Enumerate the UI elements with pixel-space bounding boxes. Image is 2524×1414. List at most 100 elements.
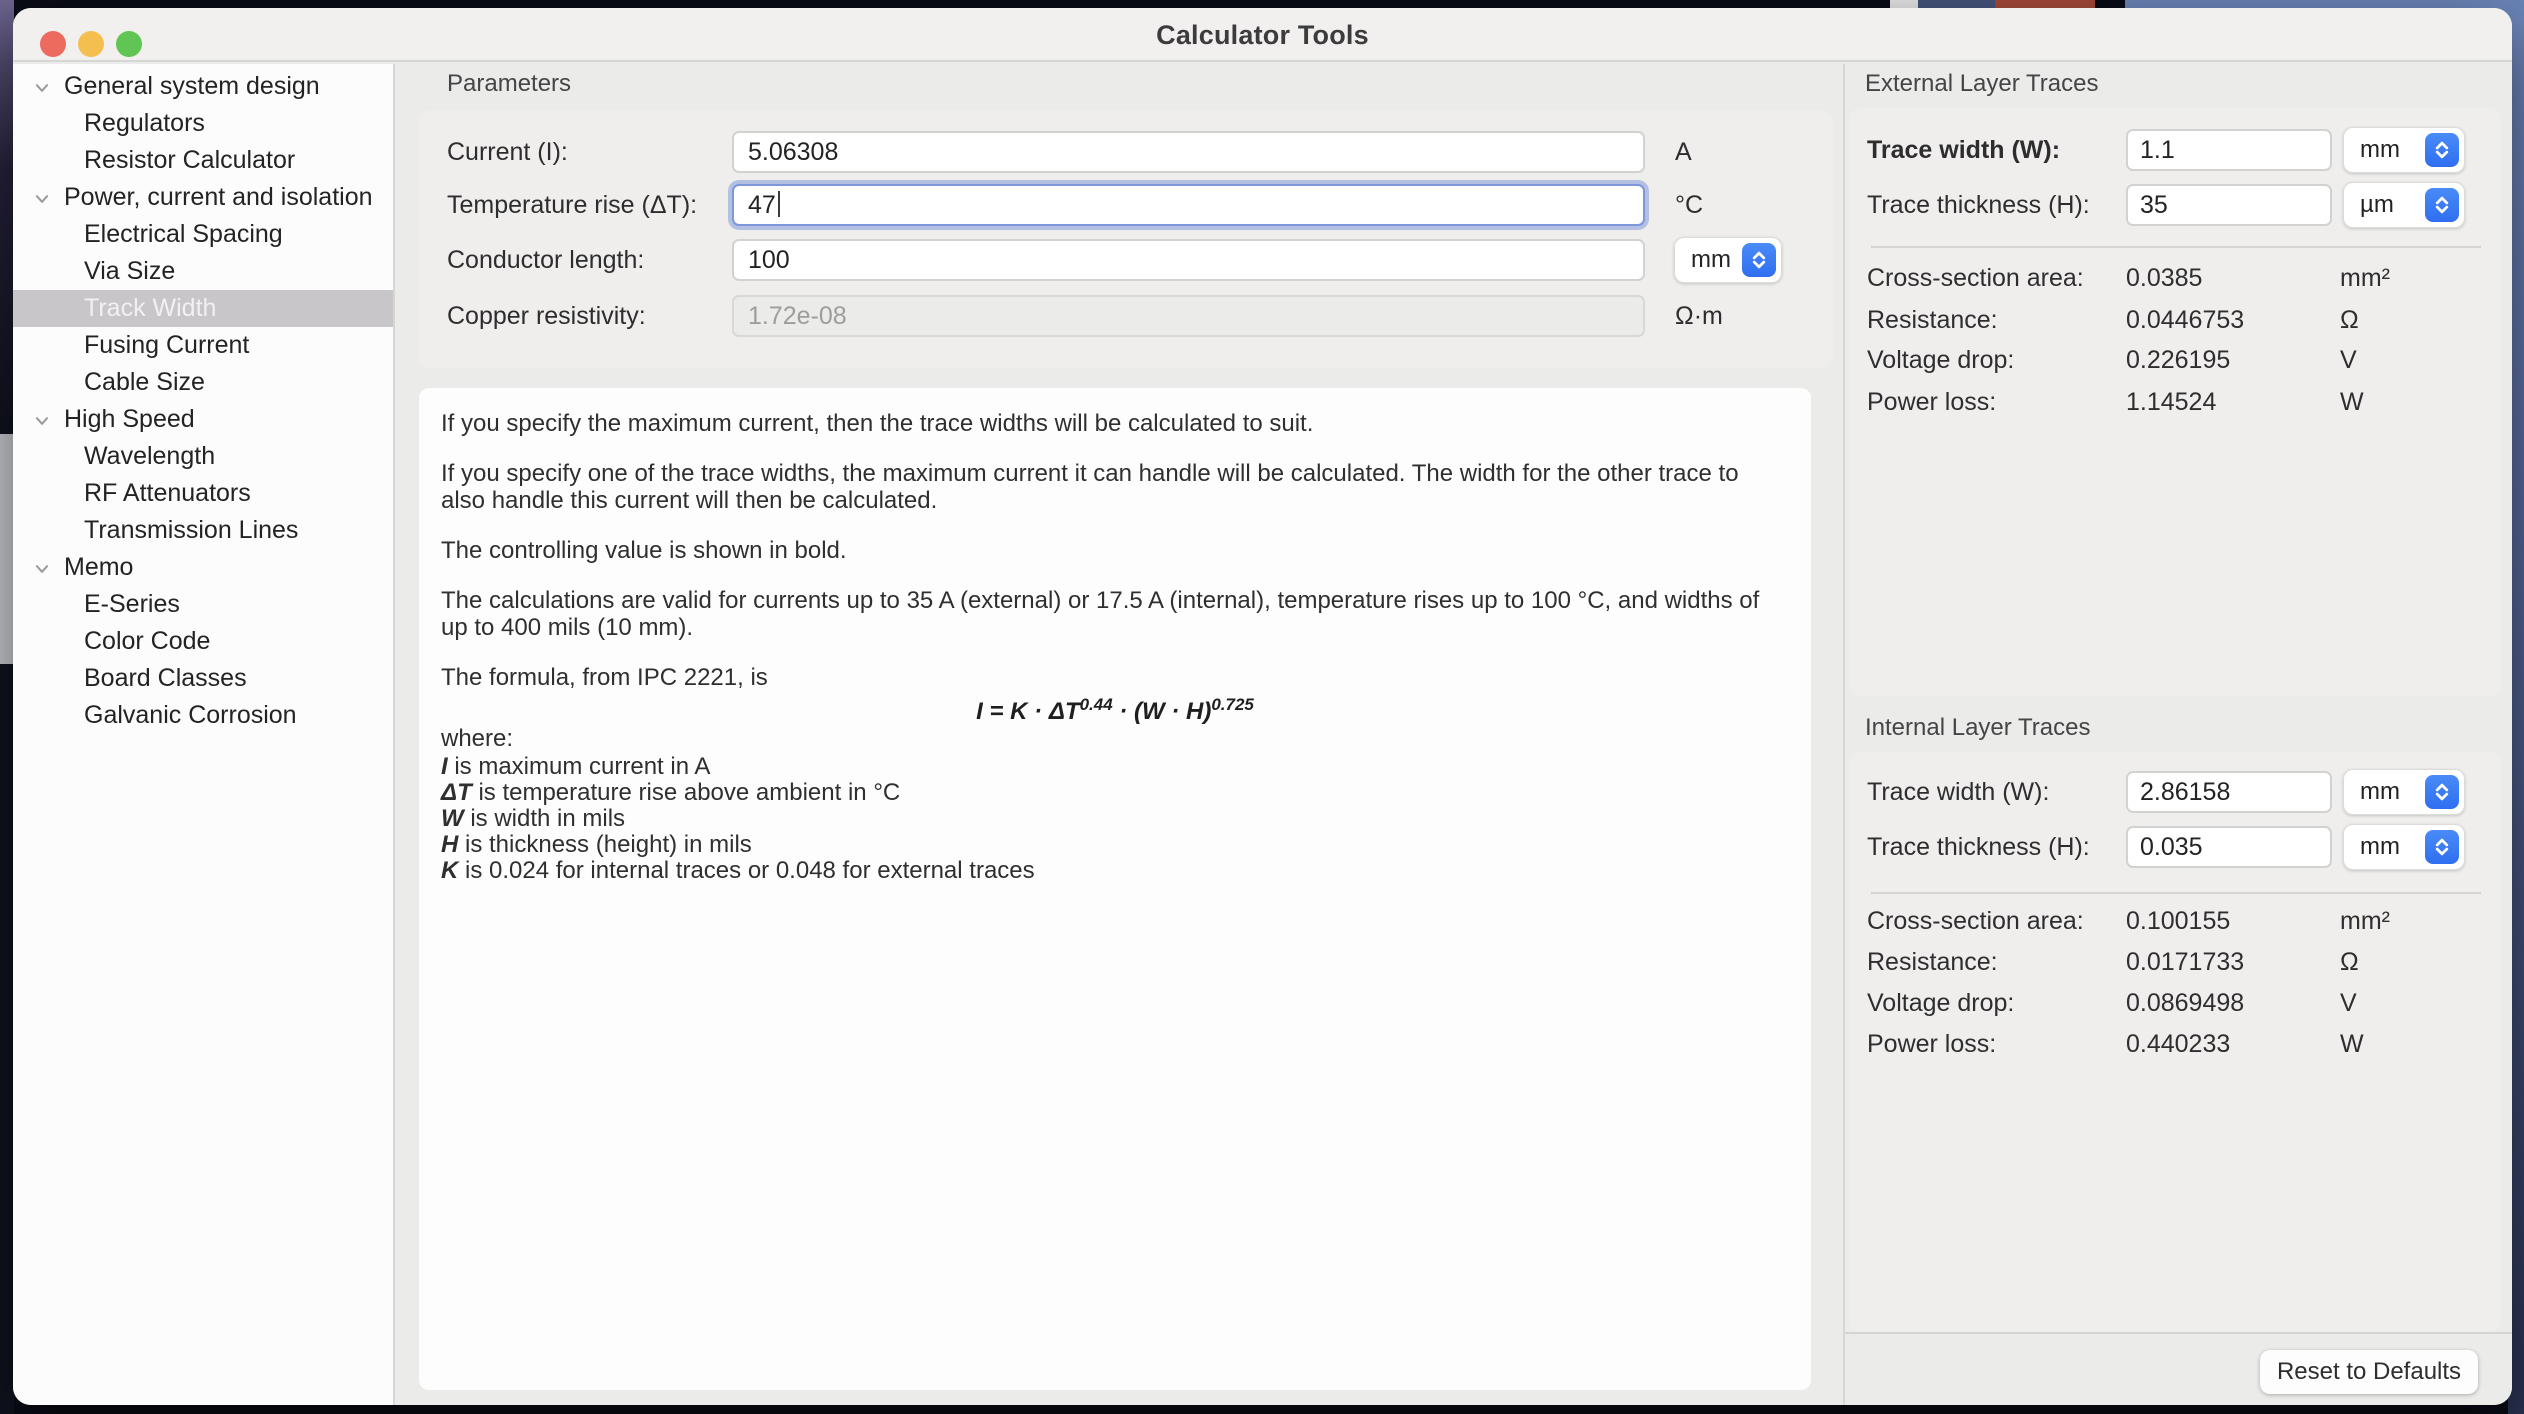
copper-resistivity-input: 1.72e-08: [732, 295, 1645, 337]
copper-resistivity-unit-label: Ω·m: [1675, 295, 1723, 337]
current-unit-label: A: [1675, 131, 1692, 173]
titlebar[interactable]: Calculator Tools: [13, 8, 2512, 62]
help-paragraph: If you specify one of the trace widths, …: [441, 460, 1771, 514]
sidebar-item-via-size[interactable]: Via Size: [13, 253, 393, 290]
stepper-icon: [2425, 188, 2459, 222]
internal-trace-thickness-input[interactable]: 0.035: [2126, 826, 2332, 868]
internal-trace-width-unit-select[interactable]: mm: [2343, 769, 2465, 815]
external-trace-thickness-input[interactable]: 35: [2126, 184, 2332, 226]
sidebar-item-label: Wavelength: [84, 442, 215, 470]
window-title: Calculator Tools: [13, 20, 2512, 51]
parameters-section-label: Parameters: [447, 70, 571, 98]
sidebar-item-label: Transmission Lines: [84, 516, 298, 544]
external-trace-width-label: Trace width (W):: [1867, 127, 2060, 173]
external-trace-thickness-label: Trace thickness (H):: [1867, 182, 2090, 228]
external-result-row: Resistance: 0.0446753 Ω: [1845, 304, 2512, 336]
temperature-rise-input[interactable]: 47: [732, 184, 1645, 226]
sidebar-item-e-series[interactable]: E-Series: [13, 586, 393, 623]
internal-trace-thickness-row: Trace thickness (H): 0.035 mm: [1845, 824, 2512, 870]
sidebar-item-label: General system design: [64, 72, 320, 100]
temperature-rise-unit-label: °C: [1675, 184, 1703, 226]
sidebar-item-label: Cable Size: [84, 368, 205, 396]
sidebar-item-label: Galvanic Corrosion: [84, 701, 297, 729]
copper-resistivity-row: Copper resistivity: 1.72e-08 Ω·m: [395, 295, 1843, 337]
separator: [1871, 246, 2481, 248]
help-paragraph: The controlling value is shown in bold.: [441, 537, 1771, 564]
sidebar-item-electrical-spacing[interactable]: Electrical Spacing: [13, 216, 393, 253]
external-trace-thickness-unit-select[interactable]: µm: [2343, 182, 2465, 228]
desktop-edge-left: [0, 0, 14, 1414]
current-row: Current (I): 5.06308 A: [395, 131, 1843, 173]
sidebar-item-label: Resistor Calculator: [84, 146, 295, 174]
formula-definitions: I is maximum current in A ΔT is temperat…: [441, 754, 1789, 884]
sidebar-item-label: Fusing Current: [84, 331, 249, 359]
help-text-panel: If you specify the maximum current, then…: [419, 388, 1811, 1390]
external-result-row: Cross-section area: 0.0385 mm²: [1845, 262, 2512, 294]
trace-results-pane: External Layer Traces Trace width (W): 1…: [1845, 64, 2512, 1405]
internal-result-row: Power loss: 0.440233 W: [1845, 1028, 2512, 1060]
definition-line: W is width in mils: [441, 806, 1789, 832]
internal-trace-thickness-label: Trace thickness (H):: [1867, 824, 2090, 870]
sidebar-item-label: E-Series: [84, 590, 180, 618]
sidebar-item-general-system-design[interactable]: General system design: [13, 68, 393, 105]
internal-layer-traces-label: Internal Layer Traces: [1865, 714, 2090, 742]
help-paragraph: The calculations are valid for currents …: [441, 587, 1771, 641]
external-trace-thickness-row: Trace thickness (H): 35 µm: [1845, 182, 2512, 228]
definition-line: H is thickness (height) in mils: [441, 832, 1789, 858]
sidebar-item-label: RF Attenuators: [84, 479, 251, 507]
sidebar-item-label: High Speed: [64, 405, 195, 433]
current-input[interactable]: 5.06308: [732, 131, 1645, 173]
sidebar-item-regulators[interactable]: Regulators: [13, 105, 393, 142]
ipc2221-formula: I = K · ΔT0.44 · (W · H)0.725: [441, 691, 1789, 725]
copper-resistivity-label: Copper resistivity:: [447, 295, 646, 337]
separator: [1871, 892, 2481, 894]
sidebar-item-high-speed[interactable]: High Speed: [13, 401, 393, 438]
reset-to-defaults-button[interactable]: Reset to Defaults: [2260, 1350, 2478, 1394]
internal-trace-thickness-unit-select[interactable]: mm: [2343, 824, 2465, 870]
calculator-tools-window: Calculator Tools General system design R…: [13, 8, 2512, 1405]
sidebar-item-label: Power, current and isolation: [64, 183, 373, 211]
track-width-main-panel: Parameters Current (I): 5.06308 A Temper…: [395, 64, 1845, 1405]
conductor-length-input[interactable]: 100: [732, 239, 1645, 281]
sidebar-item-track-width[interactable]: Track Width: [13, 290, 393, 327]
definition-line: I is maximum current in A: [441, 754, 1789, 780]
stepper-icon: [2425, 775, 2459, 809]
external-result-row: Voltage drop: 0.226195 V: [1845, 344, 2512, 376]
sidebar-item-memo[interactable]: Memo: [13, 549, 393, 586]
sidebar-item-resistor-calculator[interactable]: Resistor Calculator: [13, 142, 393, 179]
sidebar-item-board-classes[interactable]: Board Classes: [13, 660, 393, 697]
sidebar-item-label: Color Code: [84, 627, 210, 655]
stepper-icon: [2425, 133, 2459, 167]
conductor-length-row: Conductor length: 100 mm: [395, 239, 1843, 281]
sidebar-item-label: Track Width: [84, 294, 216, 322]
sidebar-item-color-code[interactable]: Color Code: [13, 623, 393, 660]
chevron-down-icon: [33, 190, 51, 208]
sidebar-item-transmission-lines[interactable]: Transmission Lines: [13, 512, 393, 549]
current-label: Current (I):: [447, 131, 568, 173]
sidebar-item-galvanic-corrosion[interactable]: Galvanic Corrosion: [13, 697, 393, 734]
external-trace-width-row: Trace width (W): 1.1 mm: [1845, 127, 2512, 173]
sidebar-item-power-current-isolation[interactable]: Power, current and isolation: [13, 179, 393, 216]
stepper-icon: [2425, 830, 2459, 864]
internal-result-row: Voltage drop: 0.0869498 V: [1845, 987, 2512, 1019]
external-trace-width-input[interactable]: 1.1: [2126, 129, 2332, 171]
definition-line: K is 0.024 for internal traces or 0.048 …: [441, 858, 1789, 884]
sidebar-item-fusing-current[interactable]: Fusing Current: [13, 327, 393, 364]
internal-trace-width-label: Trace width (W):: [1867, 769, 2049, 815]
sidebar-item-label: Regulators: [84, 109, 205, 137]
temperature-rise-label: Temperature rise (ΔT):: [447, 184, 697, 226]
sidebar-item-cable-size[interactable]: Cable Size: [13, 364, 393, 401]
internal-result-row: Cross-section area: 0.100155 mm²: [1845, 905, 2512, 937]
external-layer-traces-label: External Layer Traces: [1865, 70, 2098, 98]
external-trace-width-unit-select[interactable]: mm: [2343, 127, 2465, 173]
chevron-down-icon: [33, 79, 51, 97]
sidebar-item-rf-attenuators[interactable]: RF Attenuators: [13, 475, 393, 512]
internal-trace-width-input[interactable]: 2.86158: [2126, 771, 2332, 813]
help-paragraph: If you specify the maximum current, then…: [441, 410, 1771, 437]
sidebar-item-label: Memo: [64, 553, 133, 581]
temperature-rise-row: Temperature rise (ΔT): 47 °C: [395, 184, 1843, 226]
desktop-edge-left-highlight: [0, 434, 14, 664]
conductor-length-unit-select[interactable]: mm: [1674, 237, 1782, 283]
sidebar-item-wavelength[interactable]: Wavelength: [13, 438, 393, 475]
sidebar-item-label: Board Classes: [84, 664, 247, 692]
